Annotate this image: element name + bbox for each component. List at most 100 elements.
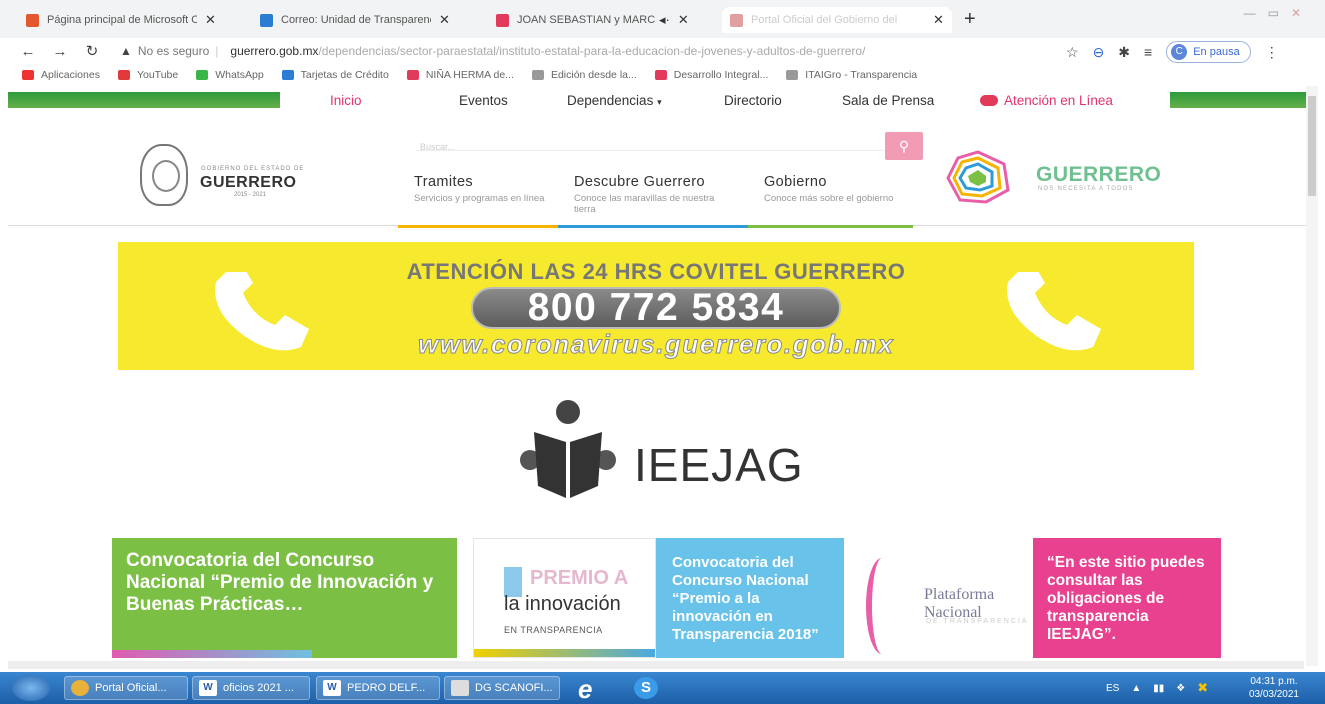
nav-green-bar-right <box>1170 92 1306 108</box>
bookmark-item[interactable]: YouTube <box>117 69 179 81</box>
card-obligaciones[interactable]: “En este sitio puedes consultar las obli… <box>1033 538 1221 658</box>
search-input[interactable]: Buscar... <box>420 142 455 152</box>
state-seal-icon[interactable] <box>140 144 188 206</box>
extensions-icon[interactable]: ✱ <box>1118 44 1130 61</box>
taskbar-word-pedro[interactable]: W PEDRO DELF... <box>316 676 440 700</box>
bookmark-star-icon[interactable]: ☆ <box>1066 44 1079 61</box>
scroll-thumb[interactable] <box>1308 96 1316 196</box>
taskbar-word-oficios[interactable]: W oficios 2021 ... <box>192 676 310 700</box>
card-accent-bar <box>112 650 312 658</box>
search-underline <box>416 150 886 151</box>
signal-icon[interactable]: ▮▮ <box>1153 683 1164 694</box>
card-convocatoria-2018[interactable]: Convocatoria del Concurso Nacional “Prem… <box>656 538 844 658</box>
nav-directorio[interactable]: Directorio <box>724 93 782 108</box>
bookmark-item[interactable]: NIÑA HERMA de... <box>406 69 514 81</box>
menu-tramites[interactable]: Tramites Servicios y programas en línea <box>398 174 558 228</box>
reading-list-icon[interactable]: ≡ <box>1144 44 1152 60</box>
menu-descubre[interactable]: Descubre Guerrero Conoce las maravillas d… <box>558 174 748 228</box>
youtube-icon <box>496 13 509 27</box>
menu-title: Descubre Guerrero <box>574 174 705 190</box>
covid-banner[interactable]: ATENCIÓN LAS 24 HRS COVITEL GUERRERO 800… <box>118 242 1194 370</box>
back-icon[interactable]: ← <box>12 43 44 60</box>
bookmark-item[interactable]: Tarjetas de Crédito <box>281 69 389 81</box>
close-tab-icon[interactable]: ✕ <box>678 12 689 28</box>
search-icon: ⚲ <box>898 138 910 154</box>
menu-sub: Servicios y programas en línea <box>414 193 545 204</box>
taskbar-chrome[interactable]: Portal Oficial... <box>64 676 188 700</box>
search-button[interactable]: ⚲ <box>885 132 923 160</box>
bookmark-label: YouTube <box>136 69 179 81</box>
menu-kebab-icon[interactable]: ⋮ <box>1265 44 1279 61</box>
premio-label: PREMIO A <box>530 567 629 589</box>
tab-title: Portal Oficial del Gobierno del <box>751 14 898 26</box>
vertical-scrollbar[interactable] <box>1306 86 1318 666</box>
innovacion-label: la innovación <box>504 593 621 615</box>
bookmark-item[interactable]: ITAIGro - Transparencia <box>786 69 917 81</box>
bookmark-label: ITAIGro - Transparencia <box>805 69 918 81</box>
bookmark-item[interactable]: Desarrollo Integral... <box>654 69 768 81</box>
card-plataforma-nacional[interactable]: Plataforma Nacional DE TRANSPARENCIA <box>862 538 1030 658</box>
close-tab-icon[interactable]: ✕ <box>205 12 216 28</box>
menu-title: Tramites <box>414 174 474 190</box>
taskbar-label: oficios 2021 ... <box>223 682 294 694</box>
bookmark-label: Edición desde la... <box>550 69 637 81</box>
nav-sala-prensa[interactable]: Sala de Prensa <box>842 93 934 108</box>
window-controls[interactable]: —▭✕ <box>1244 6 1313 20</box>
window-close-icon[interactable]: ✕ <box>1291 6 1313 20</box>
bookmark-icon <box>196 70 209 80</box>
guerrero-wordmark: GUERRERO <box>1036 163 1162 186</box>
system-tray: ES ▲ ▮▮ ❖ ✖ <box>1106 680 1208 696</box>
tab-correo[interactable]: Correo: Unidad de Transparenc ✕ <box>260 7 450 33</box>
nav-eventos[interactable]: Eventos <box>459 93 508 108</box>
toolbar-icons: ☆ ⊖ ✱ ≡ C En pausa ⋮ <box>1066 41 1279 63</box>
forward-icon[interactable]: → <box>44 43 76 60</box>
network-error-icon[interactable]: ✖ <box>1197 680 1208 696</box>
tab-microsoft[interactable]: Página principal de Microsoft O ✕ <box>26 7 216 33</box>
bookmark-icon <box>654 70 667 80</box>
minimize-icon[interactable]: — <box>1244 6 1268 20</box>
horizontal-scrollbar[interactable] <box>8 661 1304 669</box>
bookmark-icon <box>22 70 34 80</box>
banner-url: www.coronavirus.guerrero.gob.mx <box>417 329 895 360</box>
security-label: No es seguro <box>137 44 210 58</box>
avatar: C <box>1171 44 1188 60</box>
chrome-icon <box>71 680 89 696</box>
close-tab-icon[interactable]: ✕ <box>933 12 944 28</box>
address-bar[interactable]: ▲ No es seguro | guerrero.gob.mx /depend… <box>120 40 990 62</box>
tab-youtube[interactable]: JOAN SEBASTIAN y MARC ◂· ✕ <box>496 7 689 33</box>
tab-portal[interactable]: Portal Oficial del Gobierno del ✕ <box>722 7 952 33</box>
warning-icon: ▲ <box>120 44 132 58</box>
taskbar-scanner[interactable]: DG SCANOFI... <box>444 676 560 700</box>
nav-dependencias-label: Dependencias <box>567 92 654 108</box>
nav-atencion[interactable]: Atención en Línea <box>980 93 1113 108</box>
dropbox-icon[interactable]: ❖ <box>1176 683 1185 694</box>
audio-icon: ◂· <box>659 12 670 27</box>
card-convocatoria-innovacion[interactable]: Convocatoria del Concurso Nacional “Prem… <box>112 538 457 658</box>
bookmark-item[interactable]: WhatsApp <box>196 69 264 81</box>
gov-name[interactable]: GUERRERO <box>200 174 296 192</box>
separator: | <box>215 44 219 58</box>
close-tab-icon[interactable]: ✕ <box>439 12 450 28</box>
bookmark-item[interactable]: Aplicaciones <box>22 69 100 81</box>
reload-icon[interactable]: ↻ <box>76 42 108 60</box>
profile-status: En pausa <box>1193 46 1240 58</box>
ie-icon[interactable]: e <box>578 674 592 704</box>
minus-circle-icon[interactable]: ⊖ <box>1093 44 1105 61</box>
nav-dependencias[interactable]: Dependencias ▾ <box>567 93 662 108</box>
skype-icon[interactable]: S <box>634 677 658 699</box>
clock[interactable]: 04:31 p.m. 03/03/2021 <box>1249 675 1299 701</box>
start-button[interactable] <box>12 675 50 701</box>
card-premio-innovacion[interactable]: PREMIO A la innovación EN TRANSPARENCIA <box>473 538 656 658</box>
tray-expand-icon[interactable]: ▲ <box>1131 683 1141 694</box>
tab-title: Página principal de Microsoft O <box>47 14 197 26</box>
nav-green-bar-left <box>8 92 280 108</box>
nav-inicio[interactable]: Inicio <box>330 93 362 108</box>
bookmark-item[interactable]: Edición desde la... <box>531 69 637 81</box>
profile-button[interactable]: C En pausa <box>1166 41 1251 63</box>
new-tab-button[interactable]: + <box>964 8 976 31</box>
bookmark-label: WhatsApp <box>215 69 264 81</box>
guerrero-logo-icon[interactable] <box>946 150 1010 204</box>
language-indicator[interactable]: ES <box>1106 683 1119 694</box>
maximize-icon[interactable]: ▭ <box>1268 6 1291 20</box>
menu-gobierno[interactable]: Gobierno Conoce más sobre el gobierno <box>748 174 913 228</box>
